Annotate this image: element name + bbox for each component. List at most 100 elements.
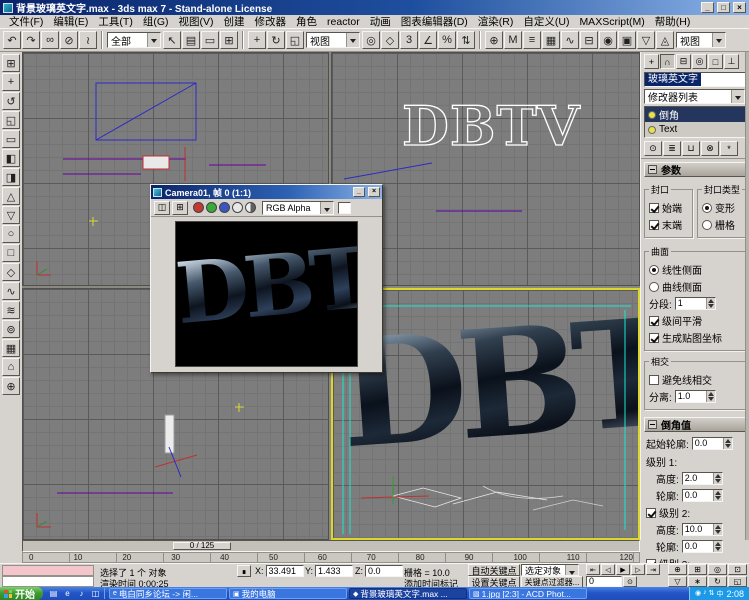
level2-height-spinner[interactable]: 10.0 (682, 523, 723, 536)
select-and-manipulate-icon[interactable]: ◇ (381, 31, 399, 49)
level1-height-spinner[interactable]: 2.0 (682, 472, 723, 485)
snap-toggle-3d-icon[interactable]: 3 (400, 31, 418, 49)
start-outline-spinner[interactable]: 0.0 (692, 437, 733, 450)
left-tool-icon-13[interactable]: ∿ (2, 282, 20, 300)
select-and-rotate-icon[interactable]: ↻ (267, 31, 285, 49)
window-crossing-icon[interactable]: ⊞ (220, 31, 238, 49)
menu-item[interactable]: 组(G) (138, 14, 174, 29)
modifier-list-dropdown[interactable]: 修改器列表 (644, 89, 745, 104)
render-viewport-dropdown[interactable]: 视图 (676, 32, 726, 48)
left-tool-icon-09[interactable]: ▽ (2, 206, 20, 224)
select-by-name-icon[interactable]: ▤ (182, 31, 200, 49)
quicklaunch-ie-icon[interactable]: e (61, 588, 74, 599)
close-button[interactable]: × (733, 2, 746, 13)
show-end-result-button[interactable]: ≣ (663, 141, 681, 156)
configure-modifier-sets-button[interactable]: * (720, 141, 738, 156)
linear-sides-radio[interactable]: 线性侧面 (649, 262, 743, 277)
select-and-move-icon[interactable]: + (248, 31, 266, 49)
render-minimize-button[interactable]: _ (353, 187, 365, 197)
cap-end-checkbox[interactable]: 末端 (649, 217, 690, 232)
background-color-swatch[interactable] (338, 202, 351, 214)
left-tool-icon-03[interactable]: ↺ (2, 92, 20, 110)
separation-spinner[interactable]: 1.0 (675, 390, 716, 403)
layer-manager-icon[interactable]: ▦ (542, 31, 560, 49)
rendered-frame-window[interactable]: Camera01, 帧 0 (1:1) _ × ◫⊞ RGB Alpha DBT (150, 184, 383, 373)
left-tool-icon-10[interactable]: ○ (2, 225, 20, 243)
level2-checkbox[interactable]: 级别 2: (646, 505, 746, 520)
generate-mapping-coords-checkbox[interactable]: 生成贴图坐标 (649, 330, 743, 345)
mirror-icon[interactable]: M (504, 31, 522, 49)
menu-item[interactable]: 编辑(E) (48, 14, 93, 29)
maximize-button[interactable]: □ (717, 2, 730, 13)
undo-icon[interactable]: ↶ (3, 31, 21, 49)
render-type-icon[interactable]: ▽ (637, 31, 655, 49)
go-to-end-button[interactable]: ⇥ (646, 564, 660, 575)
window-titlebar[interactable]: 背景玻璃英文字.max - 3ds max 7 - Stand-alone Li… (0, 0, 749, 15)
track-bar[interactable]: 0102030405060708090100110120 (22, 552, 640, 563)
start-button[interactable]: 开始 (0, 587, 43, 600)
menu-item[interactable]: 动画 (365, 14, 396, 29)
left-tool-icon-01[interactable]: ⊞ (2, 54, 20, 72)
menu-item[interactable]: 修改器 (250, 14, 292, 29)
modifier-stack-item[interactable]: Text (645, 122, 745, 137)
tab-display[interactable]: □ (708, 54, 723, 69)
cap-type-morph-radio[interactable]: 变形 (702, 200, 743, 215)
green-channel-button[interactable] (206, 202, 217, 213)
left-tool-icon-08[interactable]: △ (2, 187, 20, 205)
red-channel-button[interactable] (193, 202, 204, 213)
cap-start-checkbox[interactable]: 始端 (649, 200, 690, 215)
next-frame-button[interactable]: ▷ (631, 564, 645, 575)
left-tool-icon-12[interactable]: ◇ (2, 263, 20, 281)
field-of-view-icon[interactable]: ▽ (668, 576, 687, 587)
select-and-link-icon[interactable]: ∞ (41, 31, 59, 49)
reference-coordinate-dropdown[interactable]: 视图 (306, 32, 360, 48)
left-tool-icon-15[interactable]: ⊚ (2, 320, 20, 338)
left-tool-icon-16[interactable]: ▦ (2, 339, 20, 357)
spinner-snap-icon[interactable]: ⇅ (457, 31, 475, 49)
bevel-values-rollout-header[interactable]: 倒角值 (644, 417, 746, 432)
left-tool-icon-04[interactable]: ◱ (2, 111, 20, 129)
remove-modifier-button[interactable]: ⊗ (701, 141, 719, 156)
tab-utilities[interactable]: ⊥ (724, 54, 739, 69)
panel-scrollbar[interactable] (745, 52, 749, 540)
visibility-bulb-icon[interactable] (648, 126, 656, 134)
parameters-rollout-header[interactable]: 参数 (644, 162, 746, 177)
left-tool-icon-14[interactable]: ≋ (2, 301, 20, 319)
quicklaunch-desktop-icon[interactable]: ▤ (47, 588, 60, 599)
clone-rendered-frame-button[interactable]: ⊞ (172, 201, 188, 215)
select-and-scale-icon[interactable]: ◱ (286, 31, 304, 49)
taskbar-task-button[interactable]: ▣ 我的电脑 (229, 588, 347, 599)
make-unique-button[interactable]: ⊔ (682, 141, 700, 156)
auto-key-button[interactable]: 自动关键点 (468, 564, 520, 576)
blue-channel-button[interactable] (219, 202, 230, 213)
menu-item[interactable]: 工具(T) (93, 14, 137, 29)
material-editor-icon[interactable]: ◉ (599, 31, 617, 49)
minimize-button[interactable]: _ (701, 2, 714, 13)
left-tool-icon-07[interactable]: ◨ (2, 168, 20, 186)
left-tool-icon-02[interactable]: + (2, 73, 20, 91)
menu-item[interactable]: 自定义(U) (518, 14, 574, 29)
selection-lock-toggle[interactable]: ∎ (237, 565, 251, 577)
left-tool-icon-17[interactable]: ⌂ (2, 358, 20, 376)
keep-lines-from-crossing-checkbox[interactable]: 避免线相交 (649, 372, 743, 387)
quicklaunch-folder-icon[interactable]: ◫ (89, 588, 102, 599)
tab-motion[interactable]: ◎ (692, 54, 707, 69)
render-scene-icon[interactable]: ▣ (618, 31, 636, 49)
left-tool-icon-11[interactable]: □ (2, 244, 20, 262)
pin-stack-button[interactable]: ⊙ (644, 141, 662, 156)
tray-ime-icon[interactable]: 中 (716, 589, 723, 599)
left-tool-icon-18[interactable]: ⊕ (2, 377, 20, 395)
key-selection-dropdown[interactable]: 选定对象 (521, 564, 579, 576)
visibility-bulb-icon[interactable] (648, 111, 656, 119)
mono-channel-button[interactable] (232, 202, 243, 213)
rectangular-selection-region-icon[interactable]: ▭ (201, 31, 219, 49)
save-bitmap-button[interactable]: ◫ (154, 201, 170, 215)
level1-outline-spinner[interactable]: 0.0 (682, 489, 723, 502)
tab-create[interactable]: + (644, 54, 659, 69)
menu-item[interactable]: 帮助(H) (650, 14, 696, 29)
schematic-view-icon[interactable]: ⊟ (580, 31, 598, 49)
tray-network-icon[interactable]: ⇅ (709, 589, 715, 599)
menu-item[interactable]: 创建 (219, 14, 250, 29)
percent-snap-icon[interactable]: % (438, 31, 456, 49)
taskbar-task-button[interactable]: ◆ 背景玻璃英文字.max ... (349, 588, 467, 599)
